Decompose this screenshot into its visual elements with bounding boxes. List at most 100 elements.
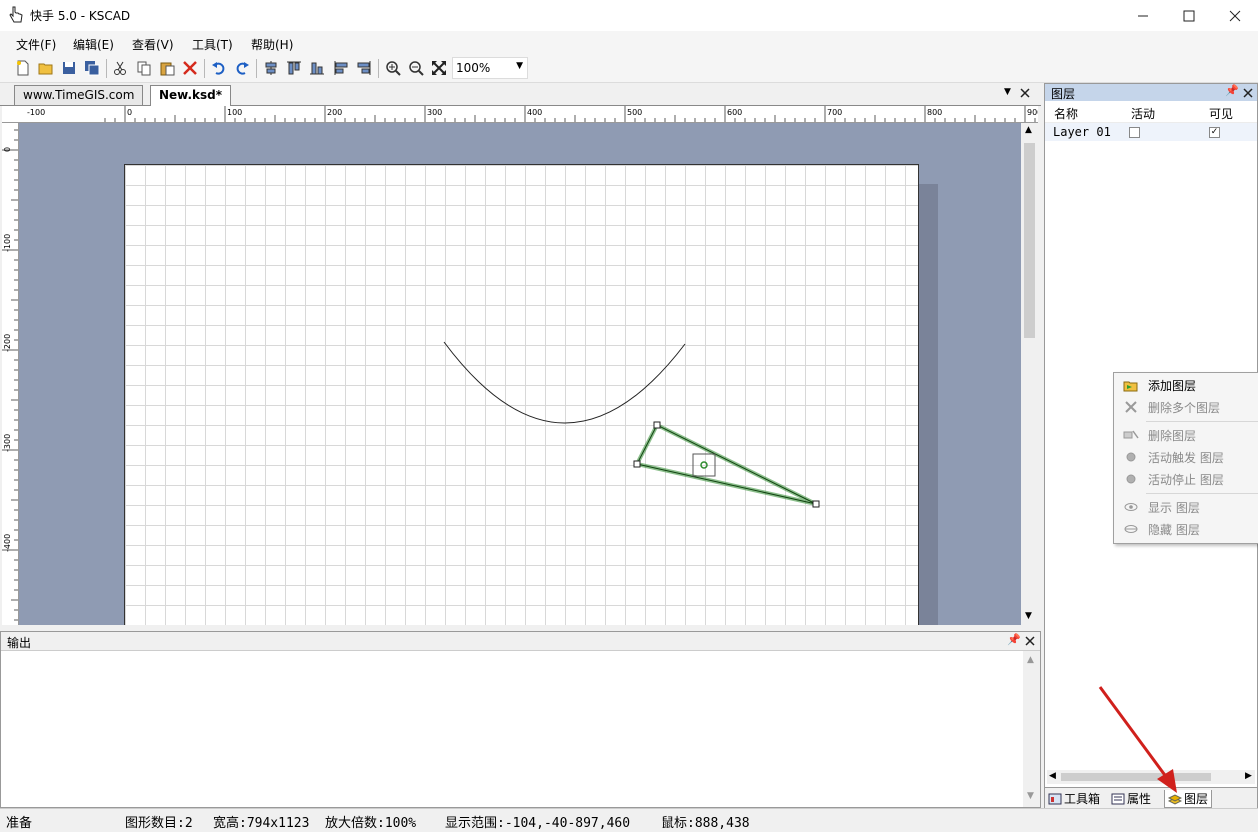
minimize-button[interactable] — [1120, 0, 1166, 31]
maximize-button[interactable] — [1166, 0, 1212, 31]
tab-timegis[interactable]: www.TimeGIS.com — [14, 85, 144, 105]
layer-row[interactable]: Layer 01 ✓ — [1045, 123, 1257, 141]
column-active[interactable]: 活动 — [1131, 105, 1155, 122]
zoom-in-button[interactable] — [383, 58, 403, 78]
menu-view[interactable]: 查看(V) — [132, 36, 174, 53]
menu-item-label: 删除多个图层 — [1148, 400, 1221, 415]
align-center-button[interactable] — [261, 58, 281, 78]
status-page-size: 宽高:794x1123 — [213, 816, 310, 831]
menu-edit[interactable]: 编辑(E) — [73, 36, 114, 53]
add-layer-icon — [1123, 381, 1138, 392]
selection-handle[interactable] — [812, 500, 820, 508]
paste-button[interactable] — [157, 58, 177, 78]
rotate-handle-box[interactable] — [692, 453, 716, 477]
toolbar-separator — [378, 59, 379, 78]
menu-item-delete-multi[interactable]: 删除多个图层 — [1114, 396, 1258, 418]
align-center-icon — [265, 61, 277, 75]
undo-button[interactable] — [209, 58, 229, 78]
open-button[interactable] — [36, 58, 56, 78]
selection-handle[interactable] — [633, 460, 641, 468]
menu-item-label: 活动停止 图层 — [1148, 472, 1224, 487]
ruler-label: 400 — [527, 108, 542, 117]
rotate-icon — [700, 461, 708, 469]
ruler-label: 500 — [627, 108, 642, 117]
tab-list-dropdown-icon[interactable]: ▼ — [1004, 87, 1011, 97]
close-panel-icon[interactable] — [1243, 88, 1253, 98]
align-left-button[interactable] — [331, 58, 351, 78]
delete-button[interactable] — [180, 58, 200, 78]
menu-item-deactivate[interactable]: 活动停止 图层 — [1114, 468, 1258, 490]
menu-item-activate[interactable]: 活动触发 图层 — [1114, 446, 1258, 468]
scroll-left-icon[interactable]: ◀ — [1049, 771, 1056, 781]
scroll-right-icon[interactable]: ▶ — [1245, 771, 1252, 781]
menu-tools[interactable]: 工具(T) — [192, 36, 233, 53]
output-scrollbar[interactable]: ▲ ▼ — [1023, 651, 1040, 807]
save-button[interactable] — [59, 58, 79, 78]
ruler-label: 200 — [327, 108, 342, 117]
zoom-out-icon — [409, 61, 424, 76]
zoom-select[interactable]: 100% ▼ — [452, 57, 528, 79]
drawing-canvas[interactable] — [19, 123, 1021, 625]
zoom-out-button[interactable] — [406, 58, 426, 78]
scroll-up-icon[interactable]: ▲ — [1027, 655, 1034, 665]
menu-item-hide[interactable]: 隐藏 图层 — [1114, 518, 1258, 540]
arc-shape[interactable] — [443, 341, 686, 424]
tab-new-ksd[interactable]: New.ksd* — [150, 85, 232, 107]
column-name[interactable]: 名称 — [1054, 105, 1078, 122]
layer-context-menu: 添加图层 删除多个图层 删除图层 活动触发 图层 活动停止 图层 显示 图层 隐… — [1113, 372, 1258, 544]
ruler-label: -100 — [27, 108, 45, 117]
layer-active-checkbox[interactable] — [1129, 127, 1140, 138]
close-panel-icon[interactable] — [1025, 636, 1035, 646]
cut-button[interactable] — [110, 58, 130, 78]
selected-triangle-shape[interactable] — [633, 421, 820, 508]
pin-icon[interactable]: 📌 — [1225, 84, 1239, 97]
canvas-vertical-scrollbar[interactable]: ▲ ▼ — [1021, 123, 1038, 625]
drawing-layer — [443, 341, 820, 508]
scroll-down-icon[interactable]: ▼ — [1027, 791, 1034, 801]
scroll-thumb[interactable] — [1024, 143, 1035, 338]
menu-item-add-layer[interactable]: 添加图层 — [1114, 374, 1258, 396]
align-top-button[interactable] — [284, 58, 304, 78]
selection-handle[interactable] — [653, 421, 661, 429]
menu-file[interactable]: 文件(F) — [16, 36, 56, 53]
scroll-down-icon[interactable]: ▼ — [1025, 611, 1032, 621]
align-right-button[interactable] — [354, 58, 374, 78]
align-top-icon — [287, 61, 301, 75]
ruler-label: -300 — [3, 434, 12, 452]
redo-button[interactable] — [232, 58, 252, 78]
window-title: 快手 5.0 - KSCAD — [30, 9, 131, 23]
tab-layers-label: 图层 — [1184, 792, 1209, 806]
ruler-label: 0 — [127, 108, 132, 117]
align-bottom-button[interactable] — [307, 58, 327, 78]
layer-panel-title: 图层 — [1051, 87, 1076, 101]
layer-visible-checkbox[interactable]: ✓ — [1209, 127, 1220, 138]
ruler-label: -200 — [3, 334, 12, 352]
menu-item-delete-layer[interactable]: 删除图层 — [1114, 424, 1258, 446]
new-button[interactable] — [13, 58, 33, 78]
zoom-value: 100% — [456, 61, 491, 75]
layer-name: Layer 01 — [1053, 125, 1111, 139]
copy-button[interactable] — [134, 58, 154, 78]
ruler-label: 0 — [3, 147, 12, 152]
scissors-icon — [114, 61, 126, 75]
ruler-label: -400 — [3, 534, 12, 552]
scroll-up-icon[interactable]: ▲ — [1025, 125, 1032, 135]
undo-icon — [212, 62, 225, 75]
align-right-icon — [357, 61, 371, 75]
tab-toolbox[interactable]: 工具箱 — [1048, 790, 1100, 807]
document-area: www.TimeGIS.com New.ksd* ▼ -100 0 100 200 30… — [0, 83, 1041, 628]
close-button[interactable] — [1212, 0, 1258, 31]
status-ready: 准备 — [6, 816, 33, 831]
status-shape-count: 图形数目:2 — [125, 816, 193, 831]
zoom-fit-button[interactable] — [429, 58, 449, 78]
save-all-button[interactable] — [82, 58, 102, 78]
pin-icon[interactable]: 📌 — [1007, 633, 1021, 646]
menu-item-show[interactable]: 显示 图层 — [1114, 496, 1258, 518]
close-tab-icon[interactable] — [1020, 88, 1030, 98]
fit-extent-icon — [432, 61, 446, 75]
menu-item-label: 隐藏 图层 — [1148, 522, 1200, 537]
paste-icon — [160, 62, 175, 76]
status-bar: 准备 图形数目:2 宽高:794x1123 放大倍数:100% 显示范围:-10… — [0, 808, 1258, 832]
menu-help[interactable]: 帮助(H) — [251, 36, 293, 53]
column-visible[interactable]: 可见 — [1209, 105, 1233, 122]
